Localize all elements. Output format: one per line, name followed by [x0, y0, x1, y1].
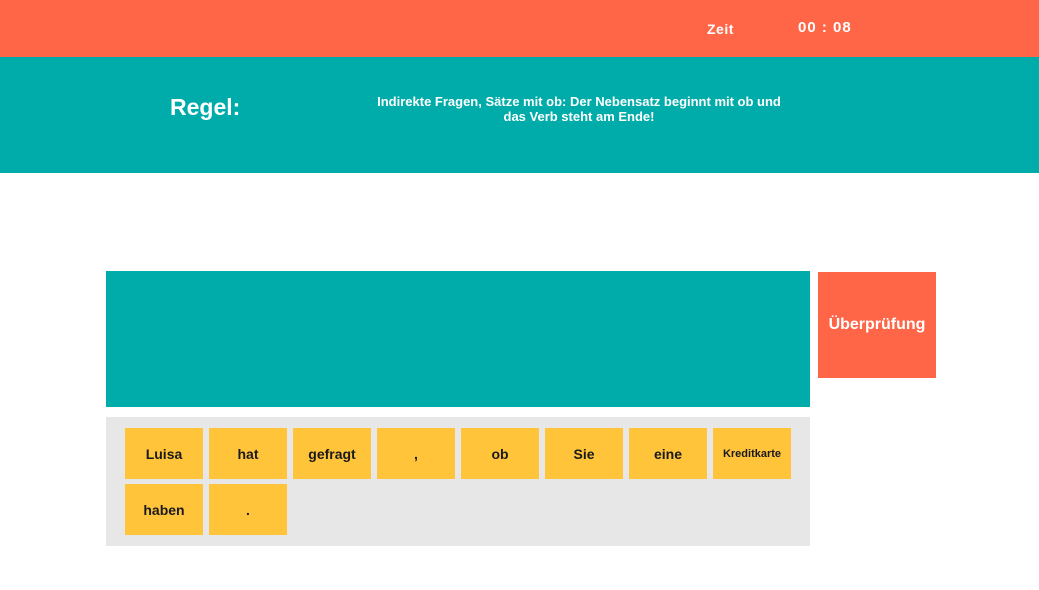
word-tile-luisa[interactable]: Luisa — [125, 428, 203, 479]
word-tile-gefragt[interactable]: gefragt — [293, 428, 371, 479]
rule-banner: Regel: Indirekte Fragen, Sätze mit ob: D… — [0, 57, 1039, 173]
word-tile-ob[interactable]: ob — [461, 428, 539, 479]
timer-value: 00 : 08 — [798, 19, 852, 36]
rule-text-line-2: das Verb steht am Ende! — [503, 109, 655, 124]
word-tile-comma[interactable]: , — [377, 428, 455, 479]
word-tile-haben[interactable]: haben — [125, 484, 203, 535]
check-button[interactable]: Überprüfung — [818, 272, 936, 378]
rule-text: Indirekte Fragen, Sätze mit ob: Der Nebe… — [318, 94, 840, 124]
timer-label: Zeit — [707, 21, 734, 37]
word-tile-hat[interactable]: hat — [209, 428, 287, 479]
word-tile-sie[interactable]: Sie — [545, 428, 623, 479]
answer-drop-area[interactable] — [106, 271, 810, 407]
word-bank: Luisa hat gefragt , ob Sie eine Kreditka… — [106, 417, 810, 546]
word-tile-kreditkarte[interactable]: Kreditkarte — [713, 428, 791, 479]
word-tile-period[interactable]: . — [209, 484, 287, 535]
rule-text-line-1: Indirekte Fragen, Sätze mit ob: Der Nebe… — [377, 94, 781, 109]
word-tile-eine[interactable]: eine — [629, 428, 707, 479]
top-bar: Zeit 00 : 08 — [0, 0, 1039, 57]
sentence-builder-app: Zeit 00 : 08 Regel: Indirekte Fragen, Sä… — [0, 0, 1039, 590]
rule-title: Regel: — [170, 94, 241, 120]
